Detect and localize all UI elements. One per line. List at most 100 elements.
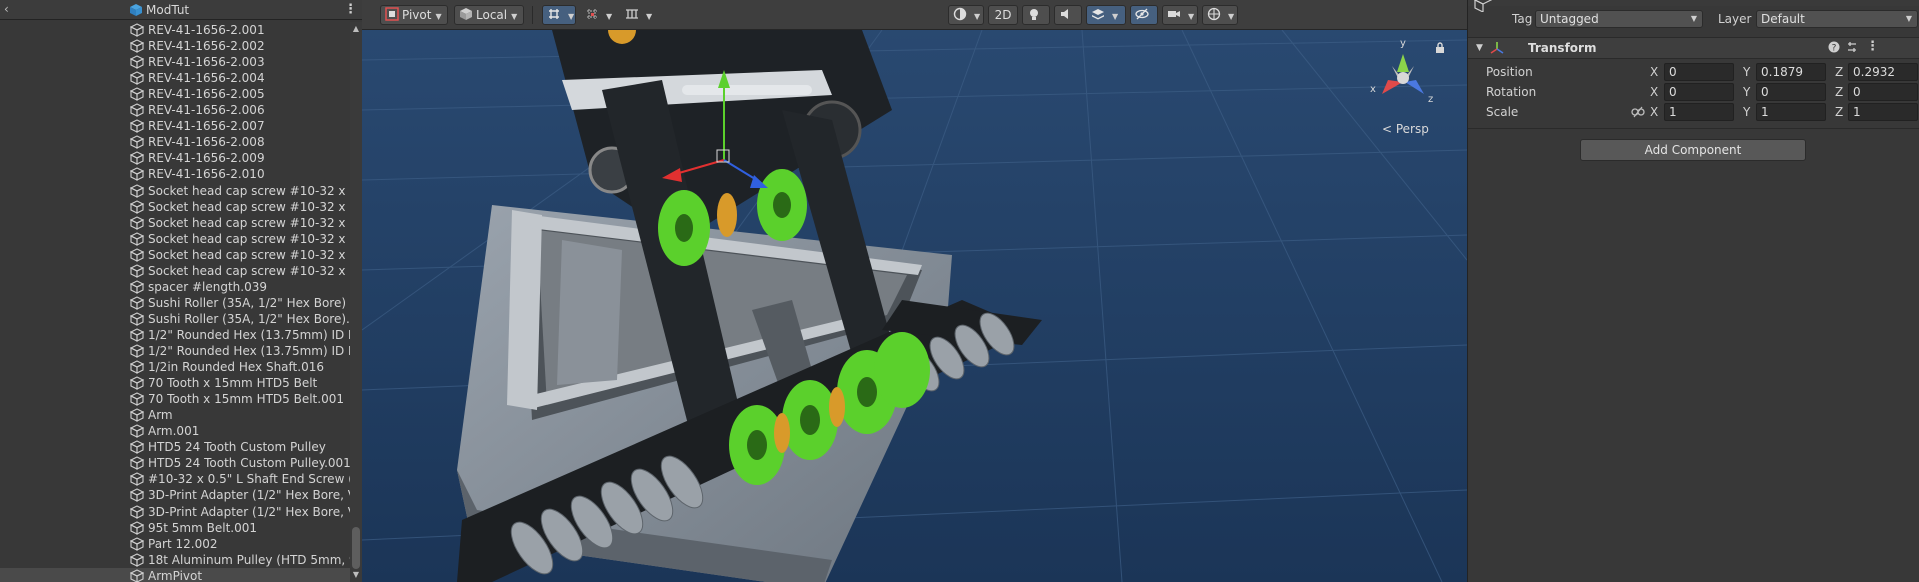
orientation-gizmo[interactable]: y x z bbox=[1362, 36, 1444, 118]
component-menu-icon[interactable]: ⋮ bbox=[1866, 39, 1879, 54]
hierarchy-item[interactable]: REV-41-1656-2.006 bbox=[0, 102, 350, 118]
tag-dropdown[interactable]: Untagged ▼ bbox=[1535, 10, 1703, 28]
hierarchy-item[interactable]: Sushi Roller (35A, 1/2" Hex Bore).00 bbox=[0, 311, 350, 327]
hierarchy-item[interactable]: 18t Aluminum Pulley (HTD 5mm, 9m bbox=[0, 552, 350, 568]
transform-component-header[interactable]: ▼ Transform ? ⋮ bbox=[1468, 37, 1919, 59]
hierarchy-item[interactable]: REV-41-1656-2.008 bbox=[0, 134, 350, 150]
hierarchy-item[interactable]: REV-41-1656-2.003 bbox=[0, 54, 350, 70]
rotation-z-field[interactable]: 0 bbox=[1848, 83, 1918, 101]
hierarchy-item[interactable]: 70 Tooth x 15mm HTD5 Belt.001 bbox=[0, 391, 350, 407]
position-z-field[interactable]: 0.2932 bbox=[1848, 63, 1918, 81]
hierarchy-item[interactable]: HTD5 24 Tooth Custom Pulley.001 bbox=[0, 455, 350, 471]
pivot-dropdown[interactable]: Pivot ▼ bbox=[380, 5, 448, 25]
axis-z-label: Z bbox=[1835, 85, 1844, 99]
gizmo-z-label: z bbox=[1428, 94, 1433, 105]
hierarchy-item[interactable]: 1/2in Rounded Hex Shaft.016 bbox=[0, 359, 350, 375]
hierarchy-item[interactable]: 3D-Print Adapter (1/2" Hex Bore, VE bbox=[0, 504, 350, 520]
hierarchy-item[interactable]: 1/2" Rounded Hex (13.75mm) ID Bea bbox=[0, 343, 350, 359]
chevron-down-icon: ▼ bbox=[1112, 12, 1119, 21]
gameobject-cube-icon bbox=[130, 328, 144, 342]
lighting-toggle[interactable] bbox=[1022, 5, 1050, 25]
lightbulb-icon bbox=[1030, 9, 1038, 20]
scene-view[interactable]: Pivot ▼ Local ▼ ▼ ▼ ▼ ▼ 2D ▼ ▼ ▼ y x z <… bbox=[362, 0, 1467, 582]
perspective-label[interactable]: < Persp bbox=[1382, 122, 1429, 136]
lock-icon[interactable] bbox=[1435, 42, 1445, 54]
hierarchy-item[interactable]: 1/2" Rounded Hex (13.75mm) ID Bea bbox=[0, 327, 350, 343]
chevron-down-icon: ▼ bbox=[1188, 12, 1195, 21]
hierarchy-item[interactable]: REV-41-1656-2.009 bbox=[0, 150, 350, 166]
increment-snap-toggle[interactable]: ▼ bbox=[580, 5, 614, 25]
hierarchy-item[interactable]: Arm.001 bbox=[0, 423, 350, 439]
hierarchy-item[interactable]: Socket head cap screw #10-32 x 0 bbox=[0, 231, 350, 247]
hierarchy-item[interactable]: Sushi Roller (35A, 1/2" Hex Bore) bbox=[0, 295, 350, 311]
hierarchy-item[interactable]: REV-41-1656-2.004 bbox=[0, 70, 350, 86]
hierarchy-item[interactable]: REV-41-1656-2.005 bbox=[0, 86, 350, 102]
chevron-down-icon: ▼ bbox=[646, 12, 653, 21]
grid-snap-icon bbox=[549, 9, 559, 19]
hierarchy-item[interactable]: HTD5 24 Tooth Custom Pulley bbox=[0, 439, 350, 455]
position-y-field[interactable]: 0.1879 bbox=[1756, 63, 1826, 81]
scroll-down-arrow-icon[interactable]: ▼ bbox=[351, 570, 361, 579]
axis-y-label: Y bbox=[1743, 105, 1751, 119]
scene-title: ModTut bbox=[146, 3, 190, 17]
scene-viewport[interactable] bbox=[362, 0, 1467, 582]
hierarchy-menu-icon[interactable]: ⋮ bbox=[344, 2, 357, 17]
hierarchy-item[interactable]: spacer #length.039 bbox=[0, 279, 350, 295]
align-toggle[interactable]: ▼ bbox=[620, 5, 654, 25]
presets-sliders-icon[interactable] bbox=[1846, 41, 1858, 53]
hierarchy-item[interactable]: 95t 5mm Belt.001 bbox=[0, 520, 350, 536]
gameobject-cube-icon bbox=[130, 264, 144, 278]
2d-toggle[interactable]: 2D bbox=[988, 5, 1018, 25]
hierarchy-item[interactable]: Arm bbox=[0, 407, 350, 423]
hierarchy-item[interactable]: ArmPivot bbox=[0, 567, 350, 582]
rotation-x-field[interactable]: 0 bbox=[1664, 83, 1734, 101]
chevron-down-icon: ▼ bbox=[974, 12, 981, 21]
gizmos-dropdown[interactable]: ▼ bbox=[1202, 5, 1238, 25]
increment-snap-icon bbox=[587, 9, 597, 19]
transform-title: Transform bbox=[1528, 41, 1597, 55]
hierarchy-item[interactable]: Socket head cap screw #10-32 x 0 bbox=[0, 183, 350, 199]
hierarchy-item[interactable]: Socket head cap screw #10-32 x 0 bbox=[0, 263, 350, 279]
hierarchy-item[interactable]: Socket head cap screw #10-32 x 0 bbox=[0, 247, 350, 263]
transform-axes-icon bbox=[1490, 42, 1504, 54]
hierarchy-item[interactable]: Part 12.002 bbox=[0, 536, 350, 552]
scale-y-field[interactable]: 1 bbox=[1756, 103, 1826, 121]
hierarchy-item[interactable]: REV-41-1656-2.002 bbox=[0, 38, 350, 54]
prefab-cube-icon bbox=[130, 4, 142, 16]
scene-visibility-toggle[interactable] bbox=[1130, 5, 1158, 25]
gameobject-cube-icon bbox=[130, 569, 144, 582]
gameobject-cube-icon bbox=[130, 392, 144, 407]
effects-dropdown[interactable]: ▼ bbox=[1086, 5, 1126, 25]
constrain-proportions-link-icon[interactable] bbox=[1631, 106, 1645, 118]
hierarchy-item-label: Socket head cap screw #10-32 x 0 bbox=[148, 215, 350, 230]
rotation-y-field[interactable]: 0 bbox=[1756, 83, 1826, 101]
add-component-button[interactable]: Add Component bbox=[1580, 139, 1806, 161]
scroll-up-arrow-icon[interactable]: ▲ bbox=[351, 24, 361, 33]
audio-toggle[interactable] bbox=[1054, 5, 1082, 25]
hierarchy-item[interactable]: 70 Tooth x 15mm HTD5 Belt bbox=[0, 375, 350, 391]
scale-z-field[interactable]: 1 bbox=[1848, 103, 1918, 121]
shading-mode-dropdown[interactable]: ▼ bbox=[948, 5, 984, 25]
help-icon[interactable]: ? bbox=[1828, 41, 1840, 53]
axis-z-label: Z bbox=[1835, 105, 1844, 119]
camera-dropdown[interactable]: ▼ bbox=[1162, 5, 1198, 25]
layer-dropdown[interactable]: Default ▼ bbox=[1756, 10, 1918, 28]
scale-x-field[interactable]: 1 bbox=[1664, 103, 1734, 121]
grid-snap-toggle[interactable]: ▼ bbox=[542, 5, 576, 25]
gameobject-cube-icon bbox=[130, 87, 144, 102]
gameobject-cube-icon bbox=[130, 55, 144, 69]
foldout-arrow-icon[interactable]: ▼ bbox=[1476, 43, 1483, 53]
hierarchy-item[interactable]: Socket head cap screw #10-32 x 0 bbox=[0, 215, 350, 231]
hierarchy-item[interactable]: REV-41-1656-2.001 bbox=[0, 22, 350, 38]
back-arrow-icon[interactable]: ‹ bbox=[4, 2, 18, 18]
gameobject-cube-icon bbox=[130, 536, 144, 551]
hierarchy-item[interactable]: REV-41-1656-2.010 bbox=[0, 166, 350, 182]
hierarchy-item[interactable]: Socket head cap screw #10-32 x 0 bbox=[0, 199, 350, 215]
hierarchy-item[interactable]: REV-41-1656-2.007 bbox=[0, 118, 350, 134]
hierarchy-scrollbar[interactable]: ▲ ▼ bbox=[350, 22, 362, 582]
scrollbar-thumb[interactable] bbox=[352, 527, 360, 569]
position-x-field[interactable]: 0 bbox=[1664, 63, 1734, 81]
hierarchy-item[interactable]: 3D-Print Adapter (1/2" Hex Bore, VE bbox=[0, 487, 350, 503]
hierarchy-item[interactable]: #10-32 x 0.5" L Shaft End Screw (V bbox=[0, 471, 350, 487]
local-dropdown[interactable]: Local ▼ bbox=[454, 5, 524, 25]
